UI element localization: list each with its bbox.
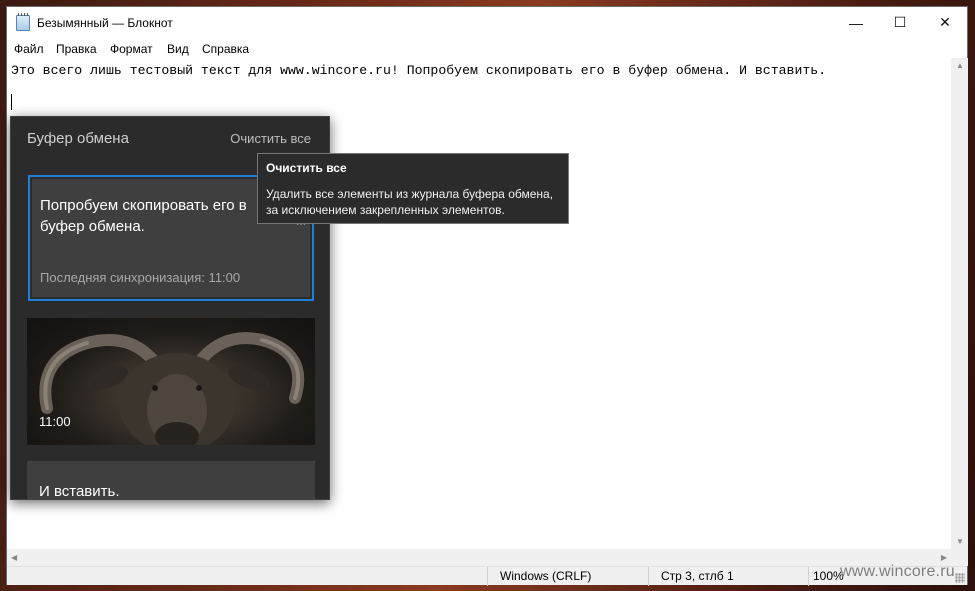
window-title: Безымянный — Блокнот — [37, 16, 173, 30]
scroll-up-icon[interactable]: ▲ — [956, 61, 964, 70]
menu-edit[interactable]: Правка — [56, 42, 97, 56]
scroll-right-icon[interactable]: ▶ — [941, 553, 947, 562]
minimize-button[interactable]: — — [833, 7, 879, 38]
scroll-left-icon[interactable]: ◀ — [11, 553, 17, 562]
clipboard-item-text: Попробуем скопировать его в буфер обмена… — [40, 197, 247, 235]
status-line-ending: Windows (CRLF) — [487, 567, 647, 586]
menu-help[interactable]: Справка — [202, 42, 249, 56]
tooltip-title: Очистить все — [266, 161, 347, 175]
menu-bar: Файл Правка Формат Вид Справка — [7, 38, 967, 58]
clipboard-item-text: И вставить. — [39, 483, 120, 500]
clear-all-tooltip: Очистить все Удалить все элементы из жур… — [257, 153, 569, 224]
text-caret — [11, 94, 12, 110]
clear-all-button[interactable]: Очистить все — [230, 131, 311, 146]
resize-grip-icon[interactable] — [955, 573, 965, 583]
clipboard-item-time: 11:00 — [39, 414, 71, 429]
clipboard-item-sync: Последняя синхронизация: 11:00 — [40, 270, 241, 285]
menu-view[interactable]: Вид — [167, 42, 189, 56]
vertical-scrollbar[interactable]: ▲ ▼ — [951, 58, 968, 549]
tooltip-body: Удалить все элементы из журнала буфера о… — [266, 187, 554, 217]
clipboard-image-item[interactable]: 11:00 — [27, 318, 315, 445]
editor-line: Это всего лишь тестовый текст для www.wi… — [11, 63, 827, 78]
horizontal-scrollbar[interactable]: ◀ ▶ — [7, 549, 951, 566]
status-bar: Windows (CRLF) Стр 3, стлб 1 100% — [7, 566, 967, 586]
title-bar[interactable]: Безымянный — Блокнот — ☐ ✕ — [7, 7, 967, 38]
close-button[interactable]: ✕ — [922, 7, 968, 38]
clipboard-title: Буфер обмена — [27, 130, 129, 147]
watermark: www.wincore.ru — [840, 563, 955, 580]
menu-file[interactable]: Файл — [14, 42, 44, 56]
maximize-button[interactable]: ☐ — [877, 7, 923, 38]
notepad-icon — [16, 13, 30, 31]
clipboard-item[interactable]: И вставить. — [27, 461, 315, 500]
status-position: Стр 3, стлб 1 — [648, 567, 808, 586]
scroll-down-icon[interactable]: ▼ — [956, 537, 964, 546]
menu-format[interactable]: Формат — [110, 42, 153, 56]
